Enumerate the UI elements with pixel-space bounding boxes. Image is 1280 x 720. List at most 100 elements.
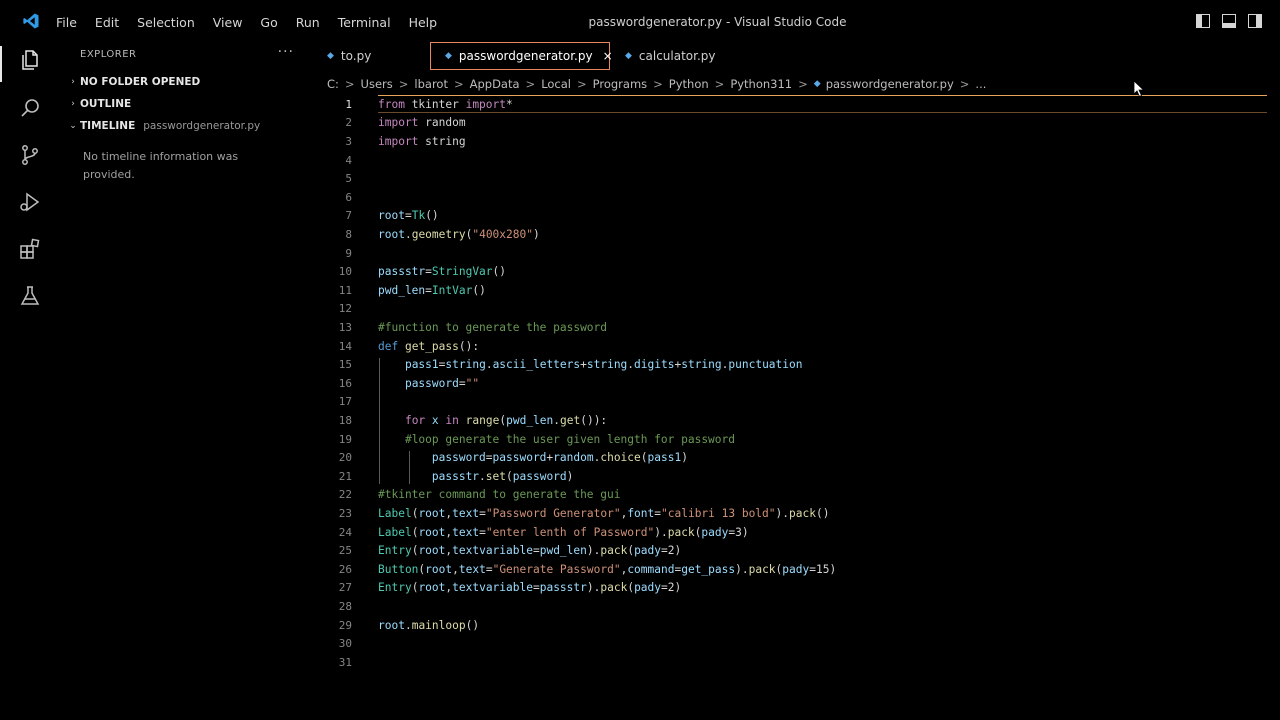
line-number: 1 [345,97,352,111]
tab-to-py[interactable]: ◆ to.py [312,42,430,70]
testing-icon[interactable] [16,282,44,310]
chevron-right-icon: > [577,77,587,91]
tab-calculator-py[interactable]: ◆ calculator.py [610,42,740,70]
line-number: 3 [345,134,352,148]
code-text: Button(root,text="Generate Password",com… [378,562,837,576]
code-line[interactable]: 30 [312,634,1267,653]
timeline-message: No timeline information was provided. [83,150,239,181]
code-line[interactable]: 15 pass1=string.ascii_letters+string.dig… [312,355,1267,374]
code-line[interactable]: 29 root.mainloop() [312,616,1267,635]
toggle-primary-sidebar-icon[interactable] [1196,14,1210,28]
line-number: 10 [338,265,352,279]
line-number: 9 [345,246,352,260]
breadcrumb-item[interactable]: Python [669,77,709,91]
activity-bar [0,36,62,720]
code-line[interactable]: 4 [312,151,1267,170]
line-number: 25 [338,544,352,558]
code-text: pwd_len=IntVar() [378,283,486,297]
breadcrumb-item[interactable]: Local [541,77,571,91]
code-text: #function to generate the password [378,320,608,334]
files-icon[interactable] [16,46,44,74]
code-line[interactable]: 7 root=Tk() [312,207,1267,226]
chevron-right-icon: > [525,77,536,91]
breadcrumb-item[interactable]: lbarot [414,77,448,91]
layout-controls [1196,14,1262,28]
code-text: def get_pass(): [378,339,480,353]
chevron-right-icon: > [653,77,663,91]
line-number: 15 [338,358,352,372]
breadcrumb-item[interactable]: Programs [593,77,648,91]
timeline-file: passwordgenerator.py [143,120,261,132]
line-number: 18 [338,413,352,427]
section-timeline[interactable]: ⌄ TIMELINE passwordgenerator.py [66,120,260,132]
code-line[interactable]: 21 passstr.set(password) [312,467,1267,486]
extensions-icon[interactable] [16,235,44,263]
active-indicator [0,46,2,82]
code-line[interactable]: 12 [312,300,1267,319]
breadcrumb: C: > Users > lbarot > AppData > Local > Progr… [312,74,1267,94]
breadcrumb-item[interactable]: Python311 [730,77,792,91]
breadcrumb-item[interactable]: C: [327,77,339,91]
run-debug-icon[interactable] [16,188,44,216]
code-line[interactable]: 14 def get_pass(): [312,337,1267,356]
toggle-panel-icon[interactable] [1222,14,1236,28]
line-number: 26 [338,562,352,576]
code-line[interactable]: 22 #tkinter command to generate the gui [312,486,1267,505]
line-number: 30 [338,637,352,651]
code-text: root=Tk() [378,209,439,223]
chevron-right-icon: > [798,77,808,91]
code-line[interactable]: 3 import string [312,132,1267,151]
source-control-icon[interactable] [16,141,44,169]
code-line[interactable]: 31 [312,653,1267,672]
code-line[interactable]: 20 password=password+random.choice(pass1… [312,448,1267,467]
code-line[interactable]: 10 passstr=StringVar() [312,262,1267,281]
breadcrumb-file[interactable]: passwordgenerator.py [826,77,954,91]
line-number: 22 [338,488,352,502]
breadcrumb-symbols[interactable]: ... [975,77,986,91]
code-line[interactable]: 5 [312,169,1267,188]
line-number: 20 [338,451,352,465]
section-outline[interactable]: › OUTLINE [66,98,131,110]
explorer-sidebar: EXPLORER ··· › NO FOLDER OPENED › OUTLIN… [62,36,312,720]
code-text: #loop generate the user given length for… [404,432,735,446]
section-label: TIMELINE [80,120,136,132]
section-label: OUTLINE [80,98,132,110]
code-line[interactable]: 11 pwd_len=IntVar() [312,281,1267,300]
code-line[interactable]: 8 root.geometry("400x280") [312,225,1267,244]
code-line[interactable]: 18 for x in range(pwd_len.get()): [312,411,1267,430]
code-line[interactable]: 25 Entry(root,textvariable=pwd_len).pack(… [312,541,1267,560]
chevron-right-icon: > [344,77,355,91]
line-number: 5 [345,172,352,186]
line-number: 27 [338,581,352,595]
toggle-secondary-sidebar-icon[interactable] [1248,14,1262,28]
code-line[interactable]: 13 #function to generate the password [312,318,1267,337]
breadcrumb-item[interactable]: AppData [470,77,520,91]
code-text: passstr=StringVar() [378,265,507,279]
search-icon[interactable] [16,94,44,122]
line-number: 12 [338,302,352,316]
editor-tabs: ◆ to.py ◆ passwordgenerator.py × ◆ calcu… [312,42,740,72]
code-line[interactable]: 28 [312,597,1267,616]
code-text: password=password+random.choice(pass1) [431,451,688,465]
code-editor[interactable]: 1 from tkinter import* 2 import random 3 impo… [312,94,1267,720]
code-line[interactable]: 9 [312,244,1267,263]
code-text: root.geometry("400x280") [378,227,540,241]
section-no-folder-opened[interactable]: › NO FOLDER OPENED [66,76,200,88]
tab-passwordgenerator-py[interactable]: ◆ passwordgenerator.py × [430,42,613,70]
code-line[interactable]: 2 import random [312,114,1267,133]
code-line[interactable]: 26 Button(root,text="Generate Password",c… [312,560,1267,579]
more-actions-icon[interactable]: ··· [278,44,294,60]
code-text: #tkinter command to generate the gui [378,488,621,502]
code-line[interactable]: 1 from tkinter import* [312,95,1267,114]
line-number: 6 [345,190,352,204]
chevron-right-icon: > [959,77,970,91]
tab-label: to.py [340,49,372,63]
code-line[interactable]: 17 [312,393,1267,412]
code-line[interactable]: 19 #loop generate the user given length … [312,430,1267,449]
code-line[interactable]: 24 Label(root,text="enter lenth of Passwo… [312,523,1267,542]
breadcrumb-item[interactable]: Users [361,77,393,91]
code-line[interactable]: 16 password="" [312,374,1267,393]
code-line[interactable]: 23 Label(root,text="Password Generator",f… [312,504,1267,523]
code-line[interactable]: 27 Entry(root,textvariable=passstr).pack(… [312,579,1267,598]
code-line[interactable]: 6 [312,188,1267,207]
